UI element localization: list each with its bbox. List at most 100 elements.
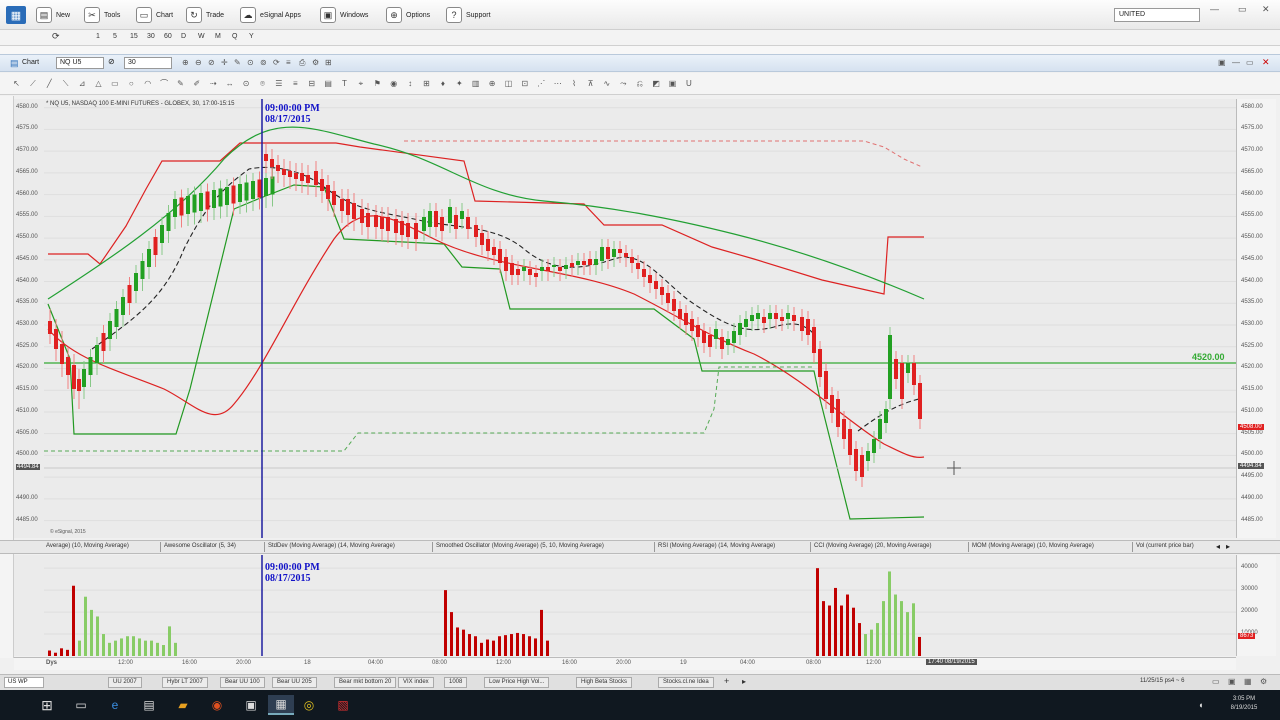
drawing-tool-26-icon[interactable]: ♦ (436, 77, 449, 90)
app-icon-b[interactable]: ▧ (332, 695, 354, 715)
zoom-out-icon[interactable]: ⊖ (195, 58, 202, 67)
menu-trade[interactable]: ↻ Trade (186, 6, 224, 24)
drawing-tool-0-icon[interactable]: ↖ (10, 77, 23, 90)
symbol-combo[interactable]: UNITED (1114, 8, 1200, 22)
speaker-icon[interactable]: ◖ (1198, 700, 1203, 710)
study-tab[interactable]: RSI (Moving Average) (14, Moving Average… (658, 543, 775, 549)
volume-chart[interactable] (14, 555, 1236, 656)
drawing-tool-35-icon[interactable]: ⊼ (584, 77, 597, 90)
drawing-tool-17-icon[interactable]: ≡ (289, 77, 302, 90)
zoom-in-icon[interactable]: ⊕ (182, 58, 189, 67)
drawing-tool-37-icon[interactable]: ⤳ (617, 77, 630, 90)
add-page-icon[interactable]: + (724, 676, 729, 686)
interval-W[interactable]: W (198, 33, 205, 40)
page-tab[interactable]: High Beta Stocks (576, 677, 633, 688)
drawing-tool-22-icon[interactable]: ⚑ (371, 77, 384, 90)
print-icon[interactable]: ⎙ (299, 58, 305, 68)
page-tab[interactable]: UU 2007 (108, 677, 142, 688)
tab-scroll-right-icon[interactable]: ▸ (1226, 542, 1230, 551)
drawing-tool-31-icon[interactable]: ⊡ (518, 77, 531, 90)
status-icon-a[interactable]: ▭ (1212, 677, 1220, 686)
drawing-tool-41-icon[interactable]: U (682, 77, 695, 90)
drawing-tool-15-icon[interactable]: ⌾ (256, 77, 269, 90)
interval-15[interactable]: 15 (130, 33, 138, 40)
drawing-tool-7-icon[interactable]: ○ (125, 77, 138, 90)
link-chart-icon[interactable]: ⊚ (260, 58, 267, 67)
price-chart[interactable] (14, 99, 1236, 538)
drawing-tool-34-icon[interactable]: ⌇ (568, 77, 581, 90)
list-icon[interactable]: ≡ (286, 58, 291, 67)
study-tab[interactable]: CCI (Moving Average) (20, Moving Average… (814, 543, 932, 549)
study-tab[interactable]: Smoothed Oscillator (Moving Average) (5,… (436, 543, 604, 549)
restore-icon[interactable]: ▭ (1238, 4, 1247, 15)
page-menu-icon[interactable]: ▸ (742, 677, 746, 686)
crosshair-icon[interactable]: ✛ (221, 58, 228, 67)
drawing-tool-1-icon[interactable]: ⟋ (26, 77, 39, 90)
drawing-tool-27-icon[interactable]: ✦ (453, 77, 466, 90)
page-tab[interactable]: Low Price High Vol... (484, 677, 550, 688)
study-tab[interactable]: Vol (current price bar) (1136, 543, 1194, 549)
drawing-tool-39-icon[interactable]: ◩ (650, 77, 663, 90)
esignal-app-icon[interactable]: ▦ (6, 6, 26, 24)
lock-icon[interactable]: ⊙ (247, 58, 254, 67)
tab-scroll-left-icon[interactable]: ◂ (1216, 542, 1220, 551)
close-icon[interactable]: ✕ (1262, 4, 1270, 15)
menu-windows[interactable]: ▣ Windows (320, 6, 368, 24)
drawing-tool-36-icon[interactable]: ∿ (600, 77, 613, 90)
interval-1[interactable]: 1 (96, 33, 100, 40)
drawing-tool-40-icon[interactable]: ▣ (666, 77, 679, 90)
menu-esignal-apps[interactable]: ☁ eSignal Apps (240, 6, 301, 24)
status-icon-c[interactable]: ▦ (1244, 677, 1252, 686)
cursor-icon[interactable]: ⊘ (208, 58, 215, 67)
drawing-tool-3-icon[interactable]: ⟍ (59, 77, 72, 90)
page-tab[interactable]: Bear mkt bottom 20 (334, 677, 397, 688)
drawing-tool-8-icon[interactable]: ◠ (141, 77, 154, 90)
menu-support[interactable]: ? Support (446, 6, 491, 24)
esignal-taskbar-icon[interactable]: ▦ (268, 695, 294, 715)
drawing-tool-12-icon[interactable]: ⇢ (207, 77, 220, 90)
interval-M[interactable]: M (215, 33, 221, 40)
drawing-tool-38-icon[interactable]: ⎌ (633, 77, 646, 90)
interval-Y[interactable]: Y (249, 33, 254, 40)
study-tab[interactable]: MOM (Moving Average) (10, Moving Average… (972, 543, 1094, 549)
folder-icon[interactable]: ▰ (172, 695, 194, 715)
right-price-axis[interactable]: 4580.00 4575.00 4570.00 4565.00 4560.00 4555.… (1236, 99, 1276, 538)
page-tab[interactable]: Stocks.cl.ne Idea (658, 677, 714, 688)
firefox-icon[interactable]: ◉ (206, 695, 228, 715)
drawing-tool-25-icon[interactable]: ⊞ (420, 77, 433, 90)
clock[interactable]: 3:05 PM 8/19/2015 (1222, 695, 1266, 713)
page-tab[interactable]: Bear UU 205 (272, 677, 317, 688)
page-selector[interactable]: US WP (4, 677, 44, 688)
drawing-tool-5-icon[interactable]: △ (92, 77, 105, 90)
interval-30[interactable]: 30 (147, 33, 155, 40)
pin-icon[interactable]: ▣ (1218, 58, 1226, 67)
drawing-tool-23-icon[interactable]: ◉ (387, 77, 400, 90)
symbol-input[interactable]: NQ U5 (56, 57, 104, 69)
menu-chart[interactable]: ▭ Chart (136, 6, 173, 24)
drawing-tool-9-icon[interactable]: ⌒ (158, 77, 171, 90)
status-icon-b[interactable]: ▣ (1228, 677, 1236, 686)
minimize-icon[interactable]: — (1210, 4, 1219, 14)
drawing-tool-10-icon[interactable]: ✎ (174, 77, 187, 90)
app-icon-a[interactable]: ▣ (240, 695, 262, 715)
page-tab[interactable]: Hybr LT 2007 (162, 677, 208, 688)
settings-icon[interactable]: ⚙ (312, 58, 319, 67)
interval-Q[interactable]: Q (232, 33, 237, 40)
drawing-tool-21-icon[interactable]: ⌖ (354, 77, 367, 90)
drawing-tool-16-icon[interactable]: ☰ (272, 77, 285, 90)
windows-start-icon[interactable]: ⊞ (36, 695, 58, 715)
status-icon-d[interactable]: ⚙ (1260, 677, 1267, 686)
study-tab[interactable]: Awesome Oscillator (5, 34) (164, 543, 236, 549)
volume-pane[interactable]: 09:00:00 PM 08/17/2015 (14, 555, 1236, 656)
chrome-icon[interactable]: ◎ (298, 695, 320, 715)
interval-D[interactable]: D (181, 33, 186, 40)
interval-5[interactable]: 5 (113, 33, 117, 40)
study-tab[interactable]: Average) (10, Moving Average) (46, 543, 129, 549)
drawing-tool-20-icon[interactable]: T (338, 77, 351, 90)
drawing-tool-6-icon[interactable]: ▭ (108, 77, 121, 90)
drawing-tool-14-icon[interactable]: ⊙ (240, 77, 253, 90)
menu-tools[interactable]: ✂ Tools (84, 6, 120, 24)
drawing-tool-4-icon[interactable]: ⊿ (76, 77, 89, 90)
window-maximize-icon[interactable]: ▭ (1246, 58, 1254, 67)
price-pane[interactable]: * NQ U5, NASDAQ 100 E-MINI FUTURES - GLO… (14, 99, 1236, 538)
